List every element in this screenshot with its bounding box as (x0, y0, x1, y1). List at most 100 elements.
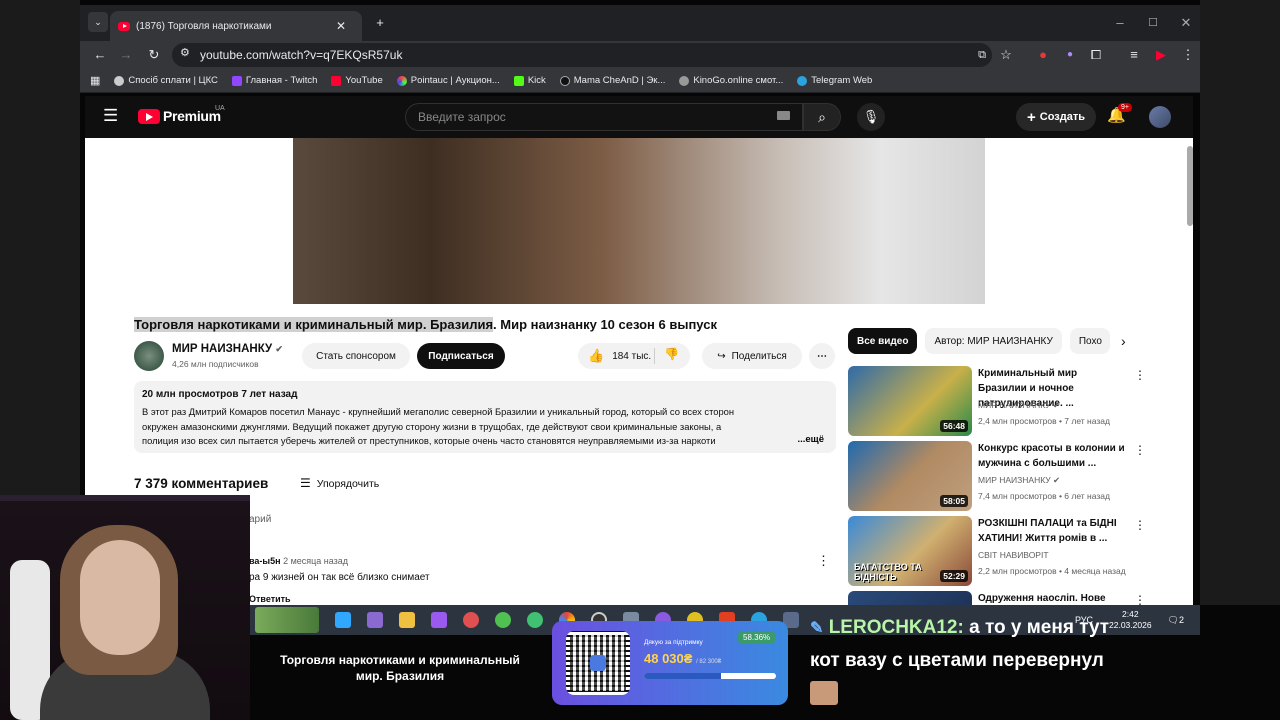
reload-icon[interactable]: ↻ (144, 45, 164, 65)
verified-check-icon: ✔ (275, 344, 283, 354)
more-actions-icon[interactable]: ⋯ (809, 343, 835, 369)
photoshop-icon[interactable] (335, 612, 351, 628)
show-more-link[interactable]: ...ещё (797, 434, 824, 445)
recommendation-channel[interactable]: СВІТ НАВИВОРІТ (978, 550, 1049, 560)
search-input[interactable]: Введите запрос (405, 103, 803, 131)
bookmark-item[interactable]: Mama CheAnD | Эк... (559, 75, 665, 86)
video-thumbnail[interactable]: 56:48 (848, 366, 972, 436)
reply-button[interactable]: Ответить (249, 594, 291, 604)
bookmark-item[interactable]: Pointauc | Аукцион... (396, 75, 500, 86)
window-close-icon[interactable]: ✕ (1176, 13, 1196, 33)
sponsor-button[interactable]: Стать спонсором (302, 343, 410, 369)
comment-menu-icon[interactable]: ⋮ (817, 553, 830, 569)
address-bar[interactable]: ⚙ youtube.com/watch?v=q7EKQsR57uk (172, 43, 992, 67)
subscribe-button[interactable]: Подписаться (417, 343, 505, 369)
bookmark-item[interactable]: YouTube (331, 75, 383, 86)
recommendation-item[interactable]: БАГАТСТВО ТА БІДНІСТЬ 52:29 РОЗКІШНІ ПАЛ… (848, 516, 1188, 586)
whatsapp-icon[interactable] (527, 612, 543, 628)
recommendation-menu-icon[interactable]: ⋮ (1134, 518, 1146, 532)
chip-author[interactable]: Автор: МИР НАИЗНАНКУ (925, 328, 1062, 354)
profile-youtube-icon[interactable]: ▶ (1151, 45, 1171, 65)
new-tab-icon[interactable]: + (370, 13, 390, 33)
video-player[interactable] (293, 138, 985, 304)
browser-tab[interactable]: (1876) Торговля наркотиками ✕ (110, 11, 362, 41)
chip-similar[interactable]: Похо (1069, 328, 1110, 354)
recommendation-item[interactable]: 58:05 Конкурс красоты в колонии и мужчин… (848, 441, 1188, 511)
browser-menu-icon[interactable]: ⋮ (1178, 45, 1198, 65)
search-button[interactable]: ⌕ (803, 103, 841, 131)
youtube-page: ☰ Premium UA Введите запрос ⌕ 🎙 + Создать… (85, 96, 1193, 606)
recommendation-channel[interactable]: МИР НАИЗНАНКУ ✔ (978, 475, 1060, 486)
extension-red-icon[interactable]: ● (1033, 45, 1053, 65)
app-red-icon[interactable] (463, 612, 479, 628)
app-purple-icon[interactable] (367, 612, 383, 628)
keyboard-icon[interactable] (777, 111, 790, 120)
add-comment-input[interactable]: арий (249, 514, 271, 525)
youtube-logo-icon[interactable] (138, 109, 160, 124)
account-avatar[interactable] (1149, 106, 1171, 128)
app-green-icon[interactable] (495, 612, 511, 628)
recommendation-menu-icon[interactable]: ⋮ (1134, 368, 1146, 382)
sort-comments-button[interactable]: ☰ Упорядочить (300, 476, 379, 490)
extension-purple-icon[interactable]: ● (1060, 45, 1080, 65)
apps-grid-icon[interactable]: ▦ (90, 74, 100, 87)
views-and-date: 20 млн просмотров 7 лет назад (142, 389, 298, 400)
media-control-icon[interactable]: ≡ (1124, 45, 1144, 65)
bookmark-favicon-icon (559, 75, 570, 86)
bookmark-item[interactable]: Kick (513, 75, 546, 86)
youtube-logo-text[interactable]: Premium (163, 108, 221, 124)
channel-avatar[interactable] (134, 341, 164, 371)
bookmark-star-icon[interactable]: ☆ (996, 45, 1016, 65)
recommendation-title[interactable]: РОЗКІШНІ ПАЛАЦИ та БІДНІ ХАТИНИ! Життя р… (978, 516, 1128, 546)
description-line: окружен амазонскими джунглями. Ведущий п… (142, 420, 722, 432)
chips-next-icon[interactable]: › (1121, 333, 1126, 349)
clock[interactable]: 2:42 22.03.2026 (1109, 609, 1152, 631)
close-tab-icon[interactable]: ✕ (336, 19, 346, 33)
page-scrollbar[interactable] (1187, 146, 1193, 226)
bookmark-item[interactable]: Telegram Web (797, 75, 872, 86)
like-button[interactable]: 👍 184 тыс. 👎 (578, 343, 690, 369)
search-icon: ⌕ (818, 109, 826, 125)
verified-check-icon: ✔ (1053, 400, 1061, 410)
tab-search-icon[interactable]: ⌄ (88, 12, 108, 32)
comment-author[interactable]: ва-ы5н 2 месяца назад (249, 556, 348, 566)
video-thumbnail[interactable] (848, 591, 972, 606)
bookmark-item[interactable]: Главная - Twitch (231, 75, 317, 86)
chip-all-videos[interactable]: Все видео (848, 328, 918, 354)
qr-logo-icon (590, 655, 606, 671)
premiere-icon[interactable] (431, 612, 447, 628)
create-button[interactable]: + Создать (1016, 103, 1096, 131)
share-button[interactable]: ↪ Поделиться (702, 343, 802, 369)
site-info-icon[interactable]: ⚙ (180, 46, 190, 59)
back-icon[interactable]: ← (90, 45, 110, 65)
file-explorer-icon[interactable] (399, 612, 415, 628)
minimize-icon[interactable]: – (1110, 13, 1130, 33)
share-icon: ↪ (717, 350, 726, 362)
recommendation-channel[interactable]: МИР НАИЗНАНКУ ✔ (978, 400, 1060, 411)
maximize-icon[interactable]: ☐ (1143, 13, 1163, 33)
bookmark-item[interactable]: KinoGo.online смот... (679, 75, 783, 86)
recommendation-item[interactable]: 56:48 Криминальный мир Бразилии и ночное… (848, 366, 1188, 436)
donation-label: Дякую за підтримку (644, 639, 703, 646)
voice-search-icon[interactable]: 🎙 (857, 103, 885, 131)
video-thumbnail[interactable]: 58:05 (848, 441, 972, 511)
recommendation-title[interactable]: Конкурс красоты в колонии и мужчина с бо… (978, 441, 1128, 471)
extensions-puzzle-icon[interactable]: ⧠ (1086, 45, 1106, 65)
youtube-header: ☰ Premium UA Введите запрос ⌕ 🎙 + Создать… (85, 96, 1193, 138)
video-thumbnail[interactable]: БАГАТСТВО ТА БІДНІСТЬ 52:29 (848, 516, 972, 586)
recommendation-chips: Все видео Автор: МИР НАИЗНАНКУ Похо (848, 328, 1110, 354)
notification-center[interactable]: 🗨2 (1168, 615, 1184, 626)
widgets-icon[interactable] (255, 607, 319, 633)
right-background-strip (1200, 0, 1280, 605)
hamburger-menu-icon[interactable]: ☰ (103, 106, 118, 126)
recommendation-menu-icon[interactable]: ⋮ (1134, 443, 1146, 457)
install-app-icon[interactable]: ⧉ (972, 45, 992, 65)
thumbs-down-icon[interactable]: 👎 (664, 347, 679, 361)
bookmark-item[interactable]: Спосіб сплати | ЦКС (114, 75, 218, 86)
channel-name[interactable]: МИР НАИЗНАНКУ ✔ (172, 343, 283, 355)
description-box[interactable]: 20 млн просмотров 7 лет назад В этот раз… (134, 381, 836, 453)
recommendation-title[interactable]: Одруження наосліп. Нове (978, 591, 1128, 606)
verified-check-icon: ✔ (1053, 475, 1061, 485)
recommendation-item[interactable]: Одруження наосліп. Нове ⋮ (848, 591, 1188, 606)
forward-icon[interactable]: → (116, 45, 136, 65)
